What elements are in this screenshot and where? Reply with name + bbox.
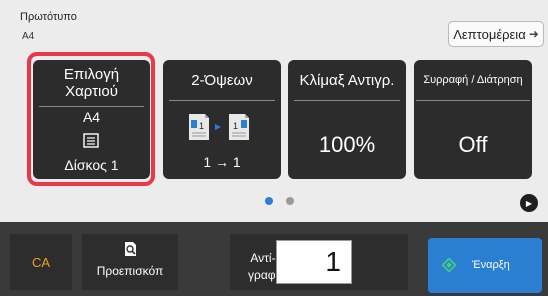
staple-punch-value: Off — [458, 132, 488, 157]
copy-ratio-value: 100% — [318, 132, 376, 157]
copy-ratio-tile[interactable]: Κλίμαξ Αντιγρ. 100% — [288, 60, 406, 179]
start-diamond-icon — [442, 258, 456, 272]
duplex-title: 2-Όψεων — [169, 60, 275, 101]
start-button[interactable]: Έναρξη — [428, 238, 542, 293]
selection-highlight — [27, 52, 155, 186]
duplex-tile[interactable]: 2-Όψεων 1 1 1 → 1 — [163, 60, 281, 179]
start-label: Έναρξη — [472, 259, 510, 271]
original-size: A4 — [22, 31, 35, 42]
preview-icon — [125, 242, 136, 256]
svg-text:1: 1 — [233, 121, 238, 131]
clear-all-button[interactable]: CA — [10, 234, 72, 290]
staple-punch-title: Συρραφή / Διάτρηση — [416, 60, 530, 101]
preview-button[interactable]: Προεπισκόπ — [82, 234, 178, 290]
details-button-label: Λεπτομέρεια — [453, 26, 526, 42]
original-label: Πρωτότυπο — [20, 11, 77, 23]
duplex-ratio: 1 → 1 — [203, 154, 241, 170]
preview-label: Προεπισκόπ — [96, 264, 164, 278]
copy-ratio-title: Κλίμαξ Αντιγρ. — [294, 60, 400, 101]
copies-input[interactable]: 1 — [276, 240, 352, 284]
duplex-pages-icon: 1 1 — [189, 114, 249, 140]
next-page-button[interactable]: ▶ — [520, 194, 538, 212]
svg-text:1: 1 — [199, 121, 204, 131]
arrow-right-icon: ➜ — [528, 27, 539, 41]
details-button[interactable]: Λεπτομέρεια ➜ — [448, 21, 544, 47]
staple-punch-tile[interactable]: Συρραφή / Διάτρηση Off — [414, 60, 532, 179]
copies-label: Αντί-γραφα — [248, 251, 283, 282]
play-right-icon: ▶ — [525, 198, 533, 208]
page-dot-active[interactable] — [265, 197, 273, 205]
page-dot[interactable] — [286, 197, 294, 205]
clear-all-label: CA — [31, 254, 51, 270]
